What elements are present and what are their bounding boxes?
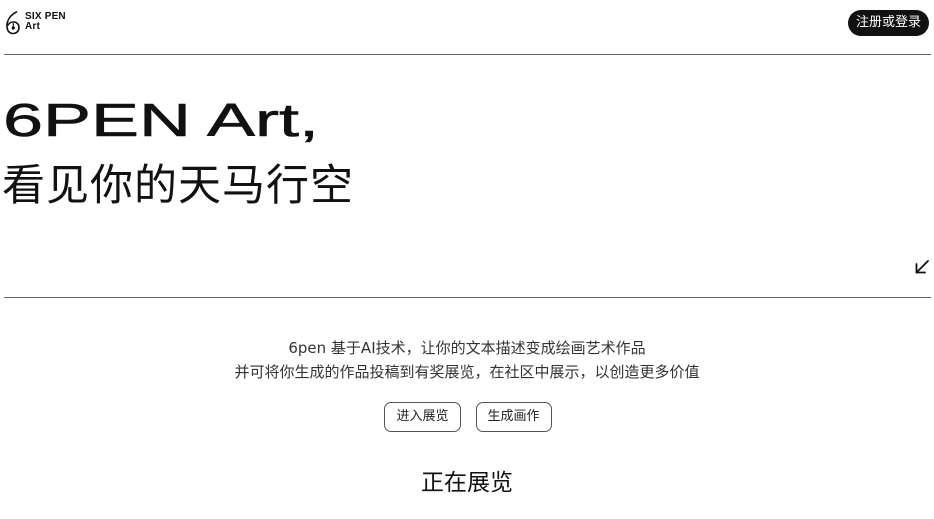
- divider-bottom: [4, 297, 931, 298]
- register-login-button[interactable]: 注册或登录: [847, 10, 929, 36]
- hero-title: 6PEN Art,: [3, 96, 323, 144]
- enter-exhibition-button[interactable]: 进入展览: [384, 402, 461, 432]
- divider-top: [4, 54, 931, 55]
- page: SIX PEN Art 注册或登录 6PEN Art, 看见你的天马行空 6pe…: [0, 0, 934, 519]
- logo-line-2: Art: [25, 21, 41, 32]
- arrow-down-left-icon[interactable]: [913, 258, 931, 276]
- description: 6pen 基于AI技术，让你的文本描述变成绘画艺术作品 并可将你生成的作品投稿到…: [0, 336, 934, 384]
- hero-subtitle: 看见你的天马行空: [2, 161, 354, 211]
- header: SIX PEN Art 注册或登录: [0, 0, 934, 44]
- logo-text: SIX PEN Art: [25, 12, 66, 32]
- six-pen-logo-icon: [6, 11, 20, 35]
- action-buttons: 进入展览 生成画作: [0, 402, 934, 432]
- section-title-exhibiting: 正在展览: [421, 470, 513, 496]
- logo[interactable]: SIX PEN Art: [4, 9, 66, 35]
- description-line-1: 6pen 基于AI技术，让你的文本描述变成绘画艺术作品: [288, 339, 646, 357]
- hero-title-wordmark: 6PEN Art,: [3, 96, 319, 144]
- hero-title-text: 6PEN Art,: [3, 96, 319, 144]
- generate-artwork-button[interactable]: 生成画作: [475, 402, 552, 432]
- description-line-2: 并可将你生成的作品投稿到有奖展览，在社区中展示，以创造更多价值: [234, 363, 700, 381]
